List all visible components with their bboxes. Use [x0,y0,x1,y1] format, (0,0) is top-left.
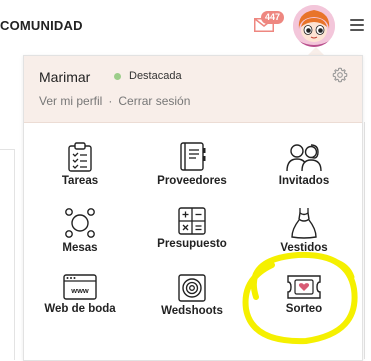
tool-web-de-boda[interactable]: www Web de boda [30,274,130,334]
tool-label: Mesas [62,242,98,254]
status-badge: Destacada [129,70,182,82]
highlight-scribble [242,251,358,345]
round-table-icon [65,208,95,238]
svg-text:www: www [70,286,89,295]
notification-badge: 447 [261,11,285,24]
avatar[interactable] [293,5,335,47]
logout-link[interactable]: Cerrar sesión [118,94,190,108]
background-panel-left [0,149,15,360]
calculator-icon [178,207,206,235]
guests-icon [286,144,322,172]
tool-label: Tareas [61,175,99,187]
avatar-image [293,5,335,47]
user-info-box: Marimar Destacada Ver mi perfil · Cerrar s… [24,56,362,123]
tool-presupuesto[interactable]: Presupuesto [142,207,242,267]
status-dot [114,73,121,80]
top-navigation-bar: COMUNIDAD 447 [0,0,371,52]
tool-invitados[interactable]: Invitados [254,142,354,202]
view-profile-link[interactable]: Ver mi perfil [39,94,102,108]
tool-label: Proveedores [157,175,227,187]
dress-icon [291,208,317,239]
tool-proveedores[interactable]: Proveedores [142,142,242,202]
links-separator: · [108,94,113,108]
user-name: Marimar [39,69,91,85]
tool-label: Invitados [278,175,330,187]
website-www-icon: www [63,274,97,300]
nav-link-comunidad[interactable]: COMUNIDAD [0,18,83,33]
gear-icon[interactable] [332,67,348,83]
menu-icon[interactable] [350,19,364,31]
tool-label: Presupuesto [157,238,227,250]
tool-wedshoots[interactable]: Wedshoots [142,274,242,334]
clipboard-checklist-icon [68,142,92,172]
address-book-icon [180,142,206,171]
tool-mesas[interactable]: Mesas [30,207,130,267]
user-links: Ver mi perfil · Cerrar sesión [39,94,190,108]
tool-label: Wedshoots [161,305,223,317]
tool-tareas[interactable]: Tareas [30,142,130,202]
tool-label: Web de boda [44,303,116,315]
camera-lens-icon [178,274,206,302]
background-panel-right [364,122,371,359]
